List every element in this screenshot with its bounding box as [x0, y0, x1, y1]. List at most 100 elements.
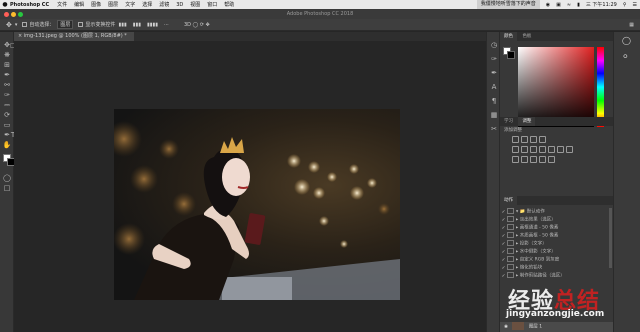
- panel-background-swatch[interactable]: [507, 51, 515, 59]
- battery-icon[interactable]: ▮: [577, 2, 580, 8]
- quick-mask-icon[interactable]: ◯: [2, 174, 12, 183]
- color-balance-icon[interactable]: [530, 146, 537, 153]
- glyphs-icon[interactable]: ▦: [489, 110, 499, 120]
- selective-color-icon[interactable]: [548, 156, 555, 163]
- dialog-toggle-icon[interactable]: [507, 224, 514, 230]
- action-row[interactable]: ✓ ▸ 自定义 RGB 到灰度: [500, 256, 605, 264]
- menu-edit[interactable]: 编辑: [74, 1, 84, 8]
- screen-mode-icon[interactable]: □: [2, 184, 12, 193]
- align-left-icon[interactable]: ▮▮▮: [118, 22, 126, 28]
- brush-tool-icon[interactable]: ✑: [2, 91, 12, 100]
- black-white-icon[interactable]: [539, 146, 546, 153]
- tool-presets-icon[interactable]: ✂: [489, 124, 499, 134]
- align-center-icon[interactable]: ▮▮▮: [133, 22, 141, 28]
- levels-icon[interactable]: [521, 136, 528, 143]
- apple-icon[interactable]: ●: [0, 1, 10, 8]
- action-row[interactable]: ✓ ▸ 制作剪贴路径（选区）: [500, 272, 605, 280]
- menu-help[interactable]: 帮助: [224, 1, 234, 8]
- distribute-icon[interactable]: ▮▮▮▮: [147, 22, 158, 28]
- menubar-clock[interactable]: 三 下午11:29: [586, 1, 617, 8]
- eyedropper-tool-icon[interactable]: ✒: [2, 71, 12, 80]
- checkmark-icon[interactable]: ✓: [500, 273, 507, 281]
- brightness-contrast-icon[interactable]: [512, 136, 519, 143]
- actions-scrollbar[interactable]: [609, 208, 612, 268]
- 3d-mode-icon[interactable]: 3D ◯ ⟳ ✥: [184, 22, 210, 28]
- menu-icon[interactable]: ☰: [633, 2, 637, 8]
- dialog-toggle-icon[interactable]: [507, 208, 514, 214]
- hand-tool-icon[interactable]: ✋: [2, 141, 12, 150]
- transform-controls-checkbox[interactable]: [78, 22, 84, 27]
- exposure-icon[interactable]: [539, 136, 546, 143]
- action-row[interactable]: ✓ ▸ 投影（文字）: [500, 240, 605, 248]
- wifi-icon[interactable]: ≈: [567, 2, 571, 8]
- action-row[interactable]: ✓ ▸ 木质画框 - 50 像素: [500, 232, 605, 240]
- paragraph-icon[interactable]: ¶: [489, 96, 499, 106]
- eraser-tool-icon[interactable]: ▭: [2, 121, 12, 130]
- wechat-icon[interactable]: ◉: [546, 2, 550, 8]
- more-options-icon[interactable]: ⋯: [164, 22, 169, 28]
- invert-icon[interactable]: [512, 156, 519, 163]
- dropdown-arrow-icon[interactable]: ▾: [15, 22, 18, 28]
- auto-select-checkbox[interactable]: [22, 22, 28, 27]
- menu-app-name[interactable]: Photoshop CC: [10, 2, 49, 8]
- hue-slider[interactable]: [597, 47, 604, 127]
- photo-filter-icon[interactable]: [548, 146, 555, 153]
- history-brush-icon[interactable]: ⟳: [2, 111, 12, 120]
- tab-color[interactable]: 颜色: [500, 32, 517, 41]
- vibrance-icon[interactable]: [512, 146, 519, 153]
- workspace-icon[interactable]: ▦: [629, 22, 634, 28]
- visibility-eye-icon[interactable]: ◉: [504, 325, 508, 330]
- hue-saturation-icon[interactable]: [521, 146, 528, 153]
- color-lookup-icon[interactable]: [566, 146, 573, 153]
- menu-type[interactable]: 文字: [125, 1, 135, 8]
- action-row[interactable]: ✓ ▸ 熔化的铅块: [500, 264, 605, 272]
- healing-tool-icon[interactable]: ⚯: [2, 81, 12, 90]
- search-icon[interactable]: ⚲: [623, 2, 627, 8]
- dialog-toggle-icon[interactable]: [507, 264, 514, 270]
- curves-icon[interactable]: [530, 136, 537, 143]
- character-icon[interactable]: A: [489, 82, 499, 92]
- clone-source-icon[interactable]: ✒: [489, 68, 499, 78]
- tab-actions[interactable]: 动作: [500, 196, 517, 205]
- document-image[interactable]: [114, 109, 400, 300]
- dialog-toggle-icon[interactable]: [507, 240, 514, 246]
- menu-3d[interactable]: 3D: [176, 2, 183, 8]
- menu-select[interactable]: 选择: [142, 1, 152, 8]
- history-icon[interactable]: ◷: [489, 40, 499, 50]
- menu-filter[interactable]: 滤镜: [159, 1, 169, 8]
- menu-window[interactable]: 窗口: [207, 1, 217, 8]
- auto-select-dropdown[interactable]: 图层: [57, 20, 74, 29]
- brush-settings-icon[interactable]: ✑: [489, 54, 499, 64]
- layer-row[interactable]: ◉ 图层 1: [500, 322, 613, 332]
- canvas-area[interactable]: [14, 41, 486, 332]
- stamp-tool-icon[interactable]: ⎓: [2, 101, 12, 110]
- action-row[interactable]: ✓ ▸ 水中倒影（文字）: [500, 248, 605, 256]
- dialog-toggle-icon[interactable]: [507, 216, 514, 222]
- tab-swatches[interactable]: 色板: [518, 32, 535, 41]
- color-picker-field[interactable]: [518, 47, 594, 127]
- posterize-icon[interactable]: [521, 156, 528, 163]
- channel-mixer-icon[interactable]: [557, 146, 564, 153]
- menu-layer[interactable]: 图层: [108, 1, 118, 8]
- move-tool-icon[interactable]: ✥: [6, 21, 12, 29]
- tab-adjustments[interactable]: 调整: [518, 117, 536, 126]
- action-row[interactable]: ✓ ▸ 淡出效果（选区）: [500, 216, 605, 224]
- now-playing-notification[interactable]: 我僵慢地听雪落下的声音: [476, 0, 540, 9]
- menu-file[interactable]: 文件: [57, 1, 67, 8]
- menu-view[interactable]: 视图: [190, 1, 200, 8]
- threshold-icon[interactable]: [530, 156, 537, 163]
- gradient-map-icon[interactable]: [539, 156, 546, 163]
- document-tab[interactable]: × img-131.jpeg @ 100% (图层 1, RGB/8#) *: [14, 32, 134, 41]
- dialog-toggle-icon[interactable]: [507, 232, 514, 238]
- dialog-toggle-icon[interactable]: [507, 272, 514, 278]
- action-set-row[interactable]: ✓ ▾ 📁 默认动作: [500, 208, 605, 216]
- libraries-icon[interactable]: ⚪: [622, 52, 629, 61]
- tab-learn[interactable]: 学习: [500, 117, 517, 126]
- cast-icon[interactable]: ▣: [556, 2, 561, 8]
- action-row[interactable]: ✓ ▸ 画框通道 - 50 像素: [500, 224, 605, 232]
- lasso-tool-icon[interactable]: ❋: [2, 51, 12, 60]
- dialog-toggle-icon[interactable]: [507, 256, 514, 262]
- crop-tool-icon[interactable]: ⊞: [2, 61, 12, 70]
- dialog-toggle-icon[interactable]: [507, 248, 514, 254]
- menu-image[interactable]: 图像: [91, 1, 101, 8]
